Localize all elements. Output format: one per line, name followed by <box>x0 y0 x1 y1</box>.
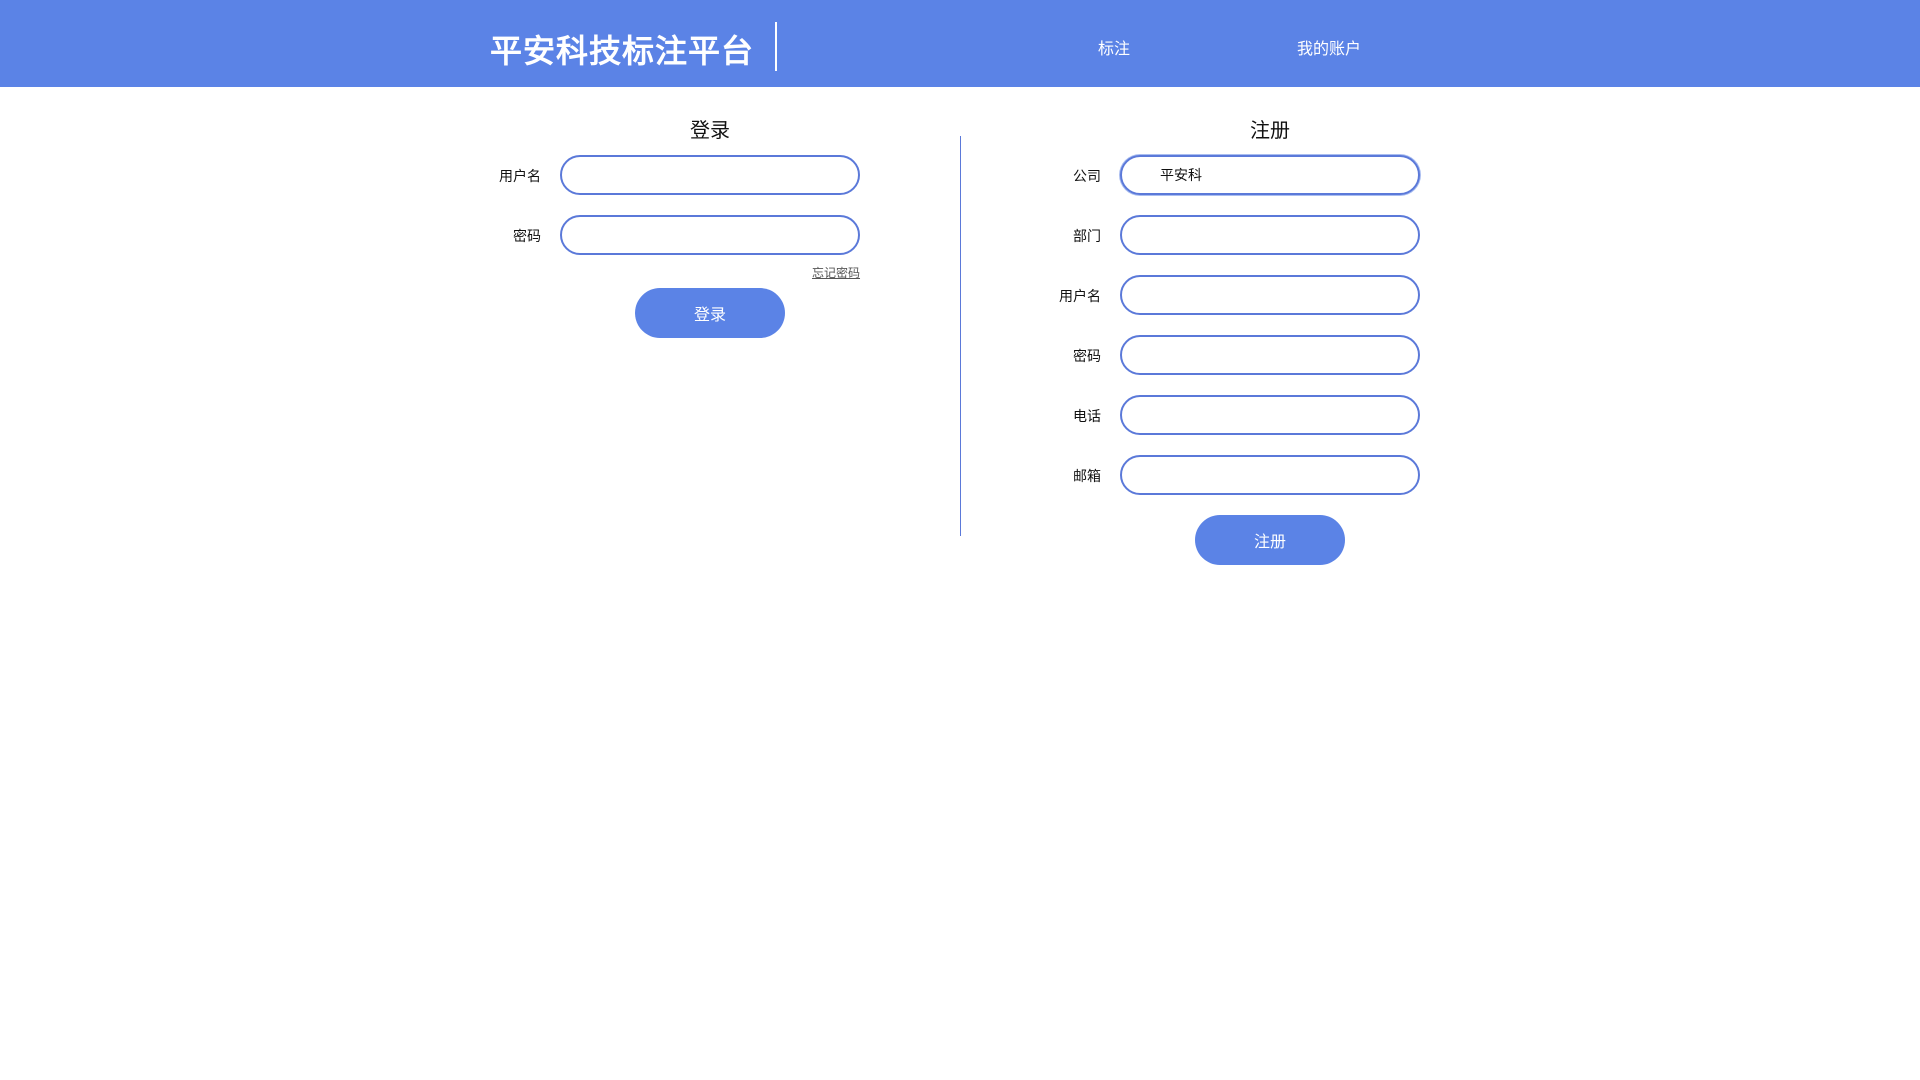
register-company-label: 公司 <box>1073 169 1101 185</box>
header-divider <box>775 22 777 71</box>
login-password-input[interactable] <box>560 215 860 255</box>
register-company-input[interactable] <box>1120 155 1420 195</box>
register-title: 注册 <box>1250 118 1290 142</box>
register-password-input[interactable] <box>1120 335 1420 375</box>
forms-divider <box>960 136 961 536</box>
register-button[interactable]: 注册 <box>1195 515 1345 565</box>
register-phone-label: 电话 <box>1073 409 1101 425</box>
nav-item-annotate[interactable]: 标注 <box>1098 35 1130 59</box>
register-department-input[interactable] <box>1120 215 1420 255</box>
register-phone-input[interactable] <box>1120 395 1420 435</box>
login-password-label: 密码 <box>513 229 541 245</box>
login-title: 登录 <box>690 118 730 142</box>
login-button[interactable]: 登录 <box>635 288 785 338</box>
register-username-input[interactable] <box>1120 275 1420 315</box>
register-email-input[interactable] <box>1120 455 1420 495</box>
register-department-label: 部门 <box>1073 229 1101 245</box>
nav-item-my-account[interactable]: 我的账户 <box>1297 35 1361 59</box>
register-password-label: 密码 <box>1073 349 1101 365</box>
login-username-input[interactable] <box>560 155 860 195</box>
register-email-label: 邮箱 <box>1073 469 1101 485</box>
register-username-label: 用户名 <box>1059 289 1101 305</box>
top-header: 平安科技标注平台 标注 我的账户 <box>0 0 1920 87</box>
forgot-password-link[interactable]: 忘记密码 <box>812 264 860 281</box>
login-username-label: 用户名 <box>499 169 541 185</box>
site-logo[interactable]: 平安科技标注平台 <box>490 26 754 72</box>
